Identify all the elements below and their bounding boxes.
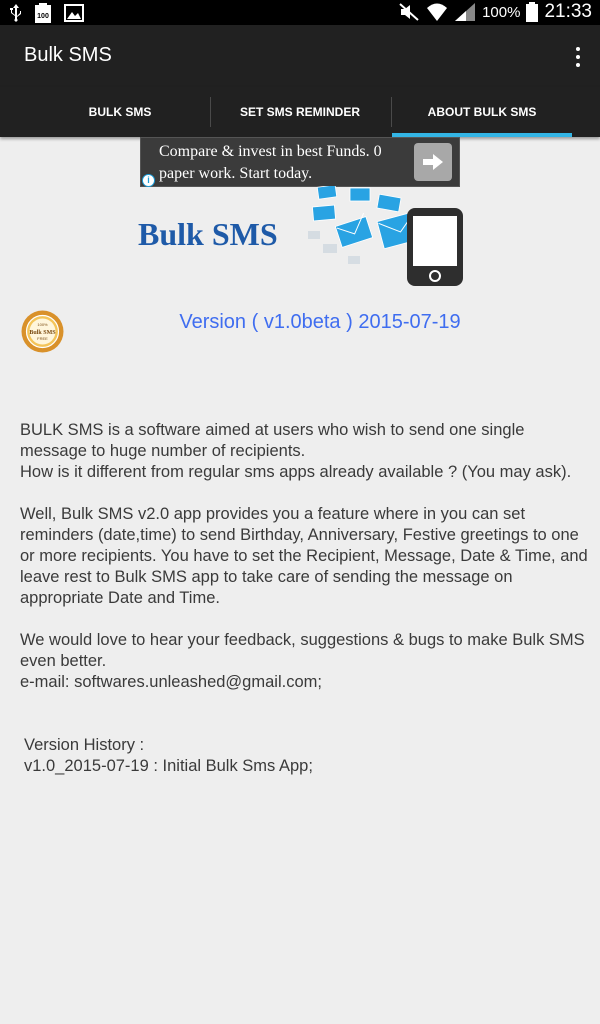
logo-text: Bulk SMS [138, 216, 278, 252]
tab-bulk-sms[interactable]: BULK SMS [30, 87, 210, 137]
badge-line3: FREE [37, 336, 48, 341]
about-feature: Well, Bulk SMS v2.0 app provides you a f… [20, 505, 588, 607]
mute-icon [399, 3, 419, 21]
phone-icon [407, 208, 463, 286]
clock: 21:33 [544, 1, 592, 22]
status-bar: 100 100% 21:33 [0, 0, 600, 25]
tab-bar: BULK SMS SET SMS REMINDER ABOUT BULK SMS [0, 87, 600, 137]
badge-seal-icon: 100% Bulk SMS FREE [21, 310, 64, 353]
wifi-icon [427, 3, 448, 21]
system-icons: 100% 21:33 [398, 1, 592, 23]
about-content: BULK SMS is a software aimed at users wh… [20, 420, 590, 777]
battery-percent: 100% [482, 3, 521, 21]
notification-icons: 100 [10, 3, 84, 23]
arrow-right-icon [423, 154, 443, 170]
about-feedback: We would love to hear your feedback, sug… [20, 631, 585, 670]
bulk-sms-logo: Bulk SMS [138, 186, 468, 286]
overflow-menu-icon[interactable] [570, 47, 586, 67]
app-title: Bulk SMS [24, 44, 112, 66]
about-question: How is it different from regular sms app… [20, 463, 572, 481]
signal-icon [455, 3, 476, 21]
battery-100-notification-icon: 100 [35, 3, 51, 23]
tab-set-sms-reminder[interactable]: SET SMS REMINDER [210, 87, 390, 137]
ad-text: Compare & invest in best Funds. 0 paper … [159, 143, 382, 182]
usb-icon [10, 4, 21, 22]
version-history-title: Version History : [24, 736, 145, 754]
badge-line1: 100% [37, 322, 48, 327]
ad-banner[interactable]: Compare & invest in best Funds. 0 paper … [140, 137, 460, 187]
image-icon [64, 4, 84, 22]
tab-about-bulk-sms[interactable]: ABOUT BULK SMS [392, 87, 572, 137]
battery-icon [526, 2, 539, 22]
about-intro: BULK SMS is a software aimed at users wh… [20, 421, 525, 460]
svg-text:100: 100 [37, 13, 49, 20]
about-email: e-mail: softwares.unleashed@gmail.com; [20, 673, 322, 691]
version-title: Version ( v1.0beta ) 2015-07-19 [179, 311, 461, 333]
ad-arrow-button[interactable] [414, 143, 452, 181]
action-bar: Bulk SMS [0, 25, 600, 87]
version-history-entry: v1.0_2015-07-19 : Initial Bulk Sms App; [24, 757, 313, 775]
